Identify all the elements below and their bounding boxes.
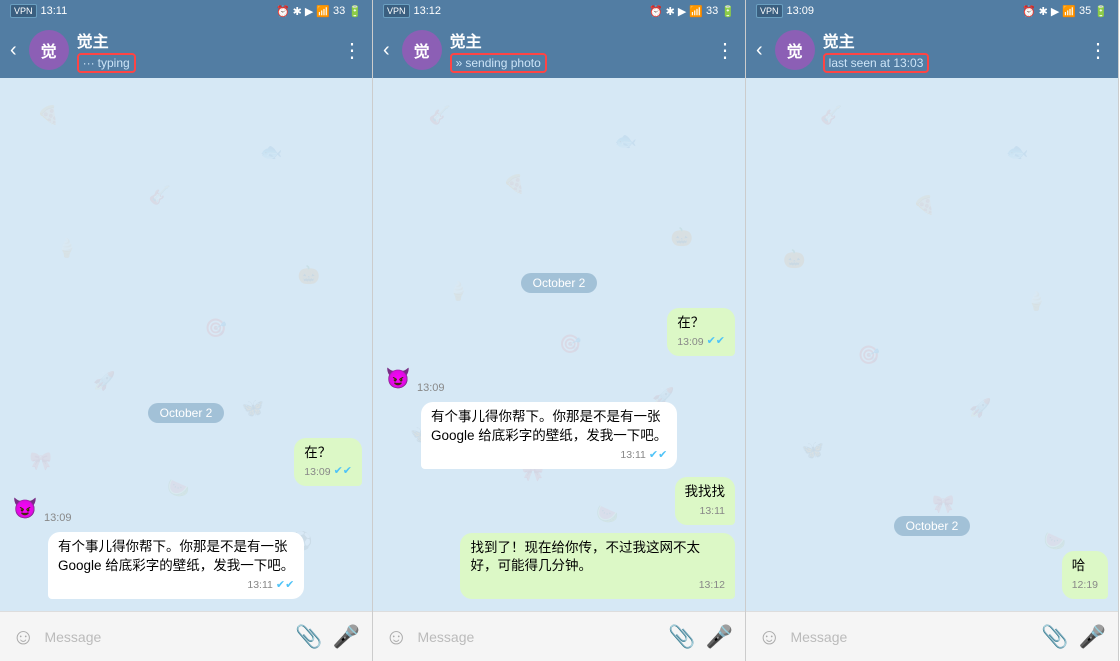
chat-area-1: October 2 在？ 13:09 ✔✔ 😈 13:09 有个事儿得你帮下。你…	[0, 78, 372, 611]
vpn-badge-3: VPN	[756, 4, 783, 18]
contact-status-3: last seen at 13:03	[823, 53, 1080, 73]
message-input-2[interactable]: Message	[417, 629, 658, 645]
more-button-3[interactable]: ⋮	[1088, 38, 1108, 63]
more-button-2[interactable]: ⋮	[715, 38, 735, 63]
contact-status-1: ··· typing	[77, 53, 334, 73]
status-bar-1: VPN 13:11 ⏰ ✱ ▶ 📶 33 🔋	[0, 0, 372, 22]
back-button-3[interactable]: ‹	[756, 39, 767, 62]
msg-bubble: 哈 12:19	[1062, 551, 1108, 599]
more-button-1[interactable]: ⋮	[342, 38, 362, 63]
contact-name-1: 觉主	[77, 28, 334, 52]
avatar-3: 觉	[775, 30, 815, 70]
emoji-button-2[interactable]: ☺	[385, 624, 407, 650]
msg-bubble: 在？ 13:09 ✔✔	[294, 438, 362, 486]
panel-2: VPN 13:12 ⏰ ✱ ▶ 📶 33 🔋 ‹ 觉 觉主 » sending …	[373, 0, 746, 661]
bottom-bar-3: ☺ Message 📎 🎤	[746, 611, 1118, 661]
attach-button-1[interactable]: 📎	[295, 624, 322, 650]
msg-bubble: 我找找 13:11	[675, 477, 736, 525]
table-row: 我找找 13:11	[383, 477, 735, 525]
header-info-3: 觉主 last seen at 13:03	[823, 28, 1080, 73]
header-info-1: 觉主 ··· typing	[77, 28, 334, 73]
emoji-button-1[interactable]: ☺	[12, 624, 34, 650]
msg-bubble: 找到了！现在给你传，不过我这网不太好，可能得几分钟。 13:12	[460, 533, 735, 599]
table-row: 有个事儿得你帮下。你那是不是有一张Google 给底彩字的壁纸，发我一下吧。 1…	[10, 532, 362, 599]
panel-1: VPN 13:11 ⏰ ✱ ▶ 📶 33 🔋 ‹ 觉 觉主 ··· typing…	[0, 0, 373, 661]
table-row: 😈 13:09	[383, 364, 735, 394]
panel-3: VPN 13:09 ⏰ ✱ ▶ 📶 35 🔋 ‹ 觉 觉主 last seen …	[746, 0, 1119, 661]
contact-status-2: » sending photo	[450, 53, 707, 73]
status-bar-2: VPN 13:12 ⏰ ✱ ▶ 📶 33 🔋	[373, 0, 745, 22]
chat-area-2: October 2 在？ 13:09 ✔✔ 😈 13:09 有个事儿得你帮下。你…	[373, 78, 745, 611]
status-highlight-1: ··· typing	[77, 53, 136, 73]
status-highlight-3: last seen at 13:03	[823, 53, 930, 73]
mic-button-3[interactable]: 🎤	[1079, 624, 1106, 650]
chat-header-2: ‹ 觉 觉主 » sending photo ⋮	[373, 22, 745, 78]
chat-area-3: October 2 哈 12:19	[746, 78, 1118, 611]
table-row: 😈 13:09	[10, 494, 362, 524]
contact-name-2: 觉主	[450, 28, 707, 52]
status-icons-3: ⏰ ✱ ▶ 📶 35 🔋	[1022, 5, 1108, 18]
back-button-2[interactable]: ‹	[383, 39, 394, 62]
attach-button-3[interactable]: 📎	[1041, 624, 1068, 650]
status-icons-1: ⏰ ✱ ▶ 📶 33 🔋	[276, 5, 362, 18]
table-row: 哈 12:19	[756, 551, 1108, 599]
message-input-3[interactable]: Message	[790, 629, 1031, 645]
message-input-1[interactable]: Message	[44, 629, 285, 645]
mic-button-1[interactable]: 🎤	[333, 624, 360, 650]
table-row: 在？ 13:09 ✔✔	[10, 438, 362, 486]
table-row: 在？ 13:09 ✔✔	[383, 308, 735, 356]
bottom-bar-1: ☺ Message 📎 🎤	[0, 611, 372, 661]
avatar-2: 觉	[402, 30, 442, 70]
msg-avatar: 😈	[383, 364, 413, 394]
msg-bubble: 有个事儿得你帮下。你那是不是有一张Google 给底彩字的壁纸，发我一下吧。 1…	[421, 402, 677, 469]
attach-button-2[interactable]: 📎	[668, 624, 695, 650]
status-time-1: 13:11	[41, 5, 68, 17]
date-sep-1: October 2	[148, 404, 225, 422]
table-row: 有个事儿得你帮下。你那是不是有一张Google 给底彩字的壁纸，发我一下吧。 1…	[383, 402, 735, 469]
back-button-1[interactable]: ‹	[10, 39, 21, 62]
status-bar-3: VPN 13:09 ⏰ ✱ ▶ 📶 35 🔋	[746, 0, 1118, 22]
vpn-badge: VPN	[10, 4, 37, 18]
date-sep-3: October 2	[894, 517, 971, 535]
status-icons-2: ⏰ ✱ ▶ 📶 33 🔋	[649, 5, 735, 18]
mic-button-2[interactable]: 🎤	[706, 624, 733, 650]
msg-avatar: 😈	[10, 494, 40, 524]
chat-header-1: ‹ 觉 觉主 ··· typing ⋮	[0, 22, 372, 78]
header-info-2: 觉主 » sending photo	[450, 28, 707, 73]
status-time-3: 13:09	[787, 5, 815, 17]
avatar-1: 觉	[29, 30, 69, 70]
contact-name-3: 觉主	[823, 28, 1080, 52]
msg-bubble: 有个事儿得你帮下。你那是不是有一张Google 给底彩字的壁纸，发我一下吧。 1…	[48, 532, 304, 599]
table-row: 找到了！现在给你传，不过我这网不太好，可能得几分钟。 13:12	[383, 533, 735, 599]
bottom-bar-2: ☺ Message 📎 🎤	[373, 611, 745, 661]
status-time-2: 13:12	[414, 5, 442, 17]
date-sep-2: October 2	[521, 274, 598, 292]
emoji-button-3[interactable]: ☺	[758, 624, 780, 650]
msg-bubble: 在？ 13:09 ✔✔	[667, 308, 735, 356]
status-highlight-2: » sending photo	[450, 53, 547, 73]
vpn-badge-2: VPN	[383, 4, 410, 18]
chat-header-3: ‹ 觉 觉主 last seen at 13:03 ⋮	[746, 22, 1118, 78]
